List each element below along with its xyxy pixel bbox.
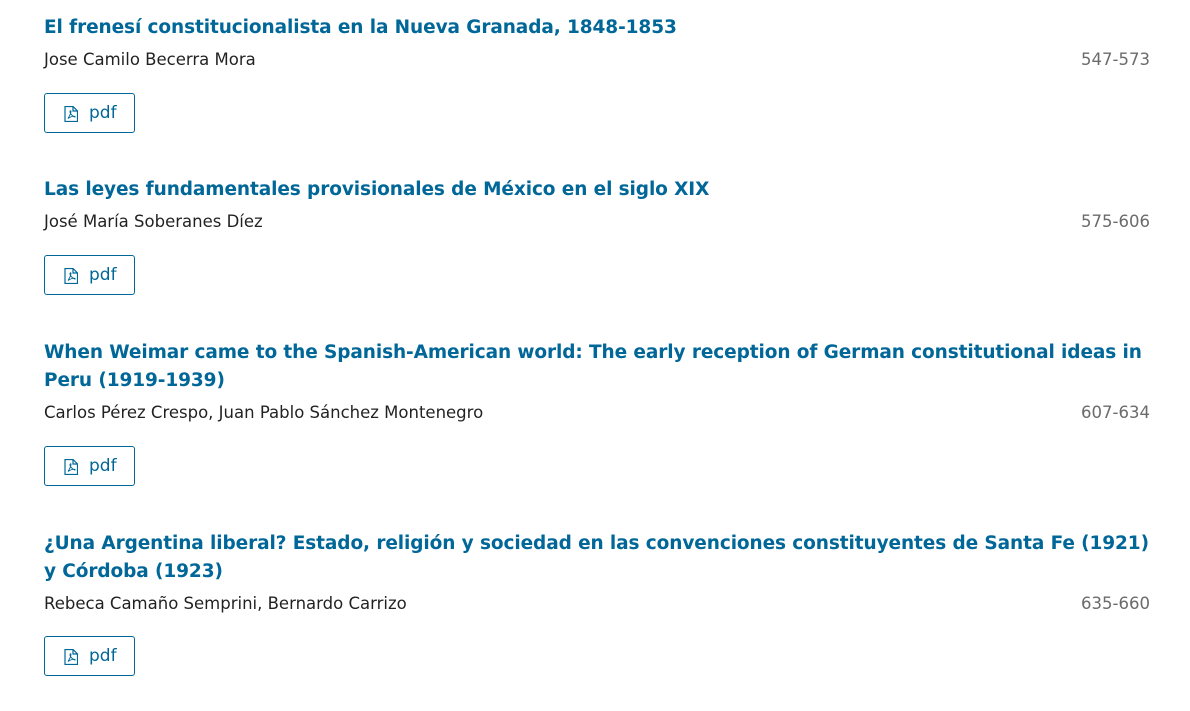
article-pages: 607-634 [1081,403,1150,422]
article-title-link[interactable]: When Weimar came to the Spanish-American… [44,339,1150,395]
article-meta: Carlos Pérez Crespo, Juan Pablo Sánchez … [44,400,1150,426]
article-list: El frenesí constitucionalista en la Nuev… [0,0,1190,711]
file-pdf-icon [64,459,78,475]
file-pdf-icon [64,268,78,284]
pdf-galley-button[interactable]: pdf [44,255,135,295]
article-authors: Jose Camilo Becerra Mora [44,50,256,69]
article-authors: José María Soberanes Díez [44,212,263,231]
article-meta: Jose Camilo Becerra Mora 547-573 [44,47,1150,73]
article-authors: Rebeca Camaño Semprini, Bernardo Carrizo [44,594,407,613]
file-pdf-icon [64,106,78,122]
pdf-galley-button[interactable]: pdf [44,446,135,486]
article-pages: 575-606 [1081,212,1150,231]
article-pages: 547-573 [1081,50,1150,69]
article-title-link[interactable]: ¿Una Argentina liberal? Estado, religión… [44,530,1150,586]
pdf-galley-label: pdf [89,103,117,123]
article-summary: When Weimar came to the Spanish-American… [44,339,1150,486]
file-pdf-icon [64,649,78,665]
pdf-galley-button[interactable]: pdf [44,93,135,133]
pdf-galley-button[interactable]: pdf [44,636,135,676]
article-summary: El frenesí constitucionalista en la Nuev… [44,14,1150,133]
article-authors: Carlos Pérez Crespo, Juan Pablo Sánchez … [44,403,484,422]
article-meta: Rebeca Camaño Semprini, Bernardo Carrizo… [44,591,1150,617]
pdf-galley-label: pdf [89,265,117,285]
article-summary: ¿Una Argentina liberal? Estado, religión… [44,530,1150,676]
article-summary: Las leyes fundamentales provisionales de… [44,176,1150,295]
pdf-galley-label: pdf [89,456,117,476]
pdf-galley-label: pdf [89,646,117,666]
article-pages: 635-660 [1081,594,1150,613]
article-title-link[interactable]: El frenesí constitucionalista en la Nuev… [44,14,1150,42]
article-title-link[interactable]: Las leyes fundamentales provisionales de… [44,176,1150,204]
article-meta: José María Soberanes Díez 575-606 [44,209,1150,235]
